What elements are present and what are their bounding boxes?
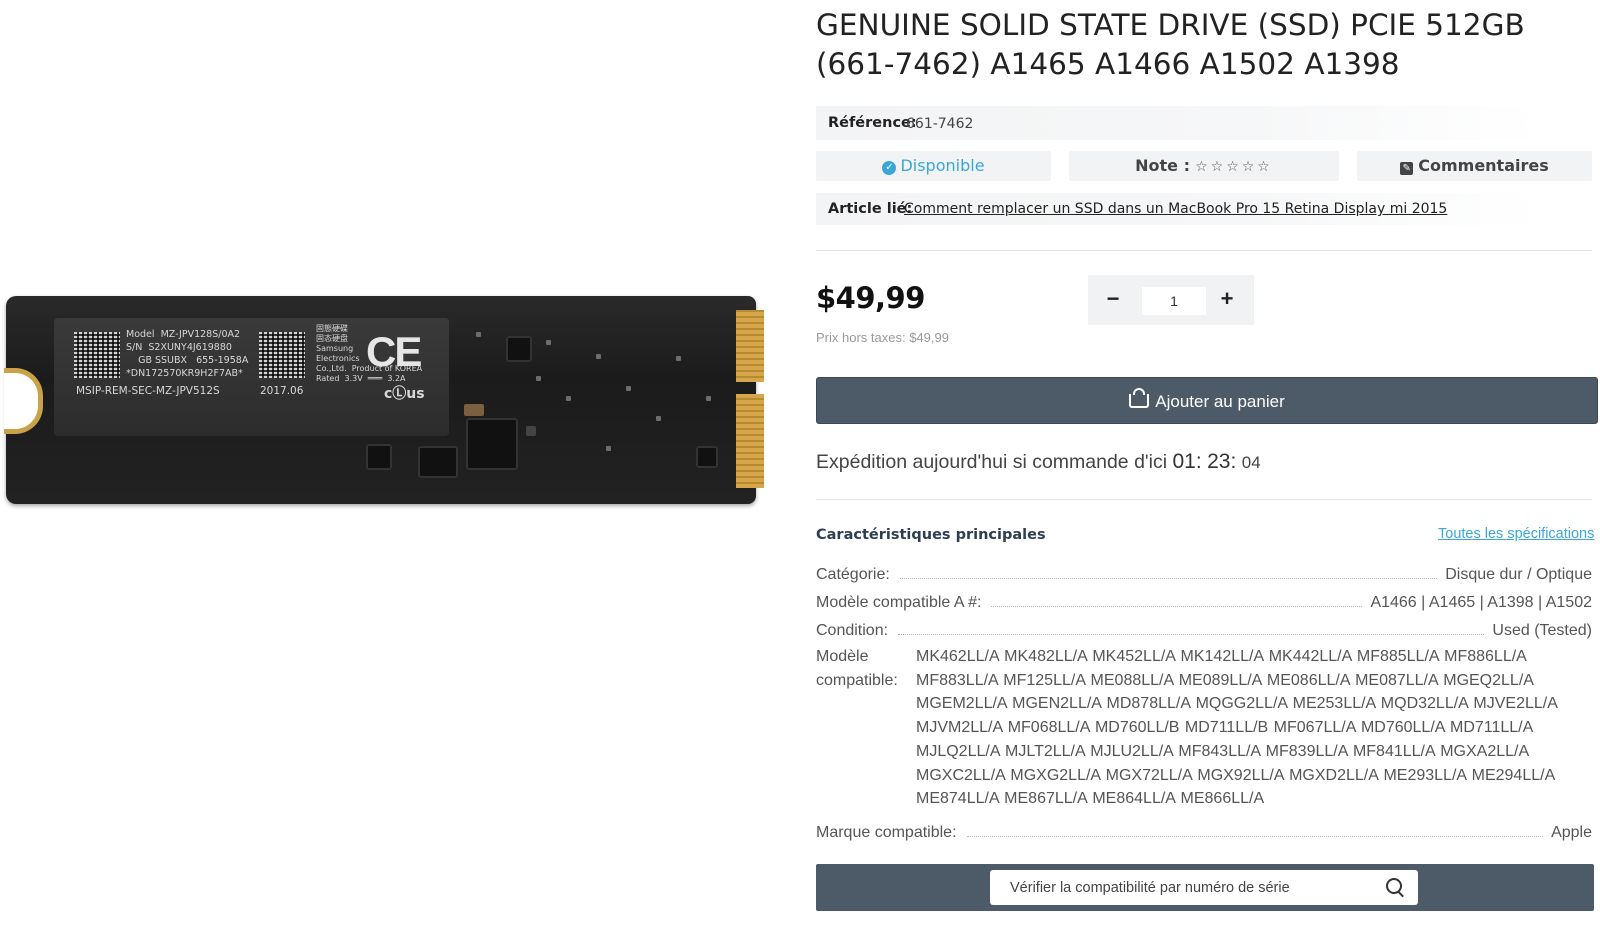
sticker-date: 2017.06 bbox=[260, 385, 304, 397]
reference-label: Référence: bbox=[828, 115, 917, 131]
component bbox=[656, 416, 661, 421]
qr-code-left bbox=[74, 332, 120, 378]
connector-pins-top bbox=[736, 310, 764, 382]
quantity-decrease-button[interactable]: − bbox=[1098, 285, 1128, 315]
price: $49,99 bbox=[816, 281, 925, 315]
spec-value: Used (Tested) bbox=[1492, 622, 1592, 639]
search-icon[interactable] bbox=[1386, 878, 1402, 894]
component bbox=[596, 354, 601, 359]
connector-pins-bottom bbox=[736, 394, 764, 488]
ul-mark: cⓁus bbox=[384, 386, 425, 402]
controller-chip bbox=[466, 418, 518, 470]
spec-key: Marque compatible: bbox=[816, 824, 957, 841]
sticker-code: *DN172570KR9H2F7AB* bbox=[126, 368, 243, 379]
component bbox=[536, 376, 541, 381]
basket-icon bbox=[1129, 388, 1150, 408]
all-specs-link[interactable]: Toutes les spécifications bbox=[1438, 526, 1594, 542]
component bbox=[676, 356, 681, 361]
add-to-cart-label: Ajouter au panier bbox=[1155, 392, 1285, 411]
component bbox=[566, 396, 571, 401]
mounting-notch bbox=[4, 368, 43, 434]
divider bbox=[816, 250, 1592, 251]
ssd-label-sticker: Model MZ-JPV128S/0A2 S/N S2XUNY4J619880 … bbox=[54, 318, 449, 436]
spec-value-compatible-models: MK462LL/A MK482LL/A MK452LL/A MK142LL/A … bbox=[916, 648, 1557, 808]
spec-value: Apple bbox=[1551, 824, 1592, 841]
serial-check-bar bbox=[816, 864, 1594, 911]
availability-badge: ✓ Disponible bbox=[816, 151, 1051, 181]
component bbox=[546, 340, 551, 345]
component bbox=[706, 396, 711, 401]
spec-row-condition: Condition: Used (Tested) bbox=[816, 618, 1592, 640]
chip bbox=[418, 446, 458, 478]
product-title: GENUINE SOLID STATE DRIVE (SSD) PCIE 512… bbox=[816, 8, 1525, 81]
chip bbox=[506, 336, 532, 362]
product-image: Model MZ-JPV128S/0A2 S/N S2XUNY4J619880 … bbox=[0, 288, 780, 508]
quantity-input[interactable] bbox=[1142, 287, 1206, 315]
capacitor bbox=[526, 426, 536, 436]
quantity-increase-button[interactable]: + bbox=[1212, 285, 1242, 315]
reference-bar: Référence: 661-7462 bbox=[816, 106, 1540, 140]
component bbox=[626, 386, 631, 391]
spec-key-compatible-models: Modèle compatible: bbox=[816, 648, 898, 689]
shipping-countdown: Expédition aujourd'hui si commande d'ici… bbox=[816, 450, 1261, 473]
spec-row-category: Catégorie: Disque dur / Optique bbox=[816, 562, 1592, 584]
rating-label: Note : bbox=[1135, 156, 1190, 175]
shipping-text: Expédition aujourd'hui si commande d'ici bbox=[816, 451, 1168, 473]
check-circle-icon: ✓ bbox=[882, 161, 897, 175]
sticker-part: GB SSUBX 655-1958A bbox=[126, 355, 249, 366]
countdown-hours: 01 bbox=[1172, 450, 1196, 473]
spec-row-model-a: Modèle compatible A #: A1466 | A1465 | A1… bbox=[816, 590, 1592, 612]
related-article-label: Article lié: bbox=[828, 201, 913, 217]
comments-button[interactable]: ✎ Commentaires bbox=[1357, 151, 1592, 181]
quantity-stepper: − + bbox=[1088, 275, 1254, 325]
spec-row-brand: Marque compatible: Apple bbox=[816, 820, 1592, 842]
spec-key: Modèle compatible A #: bbox=[816, 594, 982, 611]
star-rating-icon[interactable]: ☆☆☆☆☆ bbox=[1195, 159, 1273, 175]
price-excl-tax: Prix hors taxes: $49,99 bbox=[816, 330, 949, 345]
spec-value: Disque dur / Optique bbox=[1445, 566, 1592, 583]
spec-value: A1466 | A1465 | A1398 | A1502 bbox=[1370, 594, 1592, 611]
capacitor bbox=[464, 404, 484, 416]
add-to-cart-button[interactable]: Ajouter au panier bbox=[816, 377, 1598, 424]
sticker-msip: MSIP-REM-SEC-MZ-JPV512S bbox=[76, 385, 220, 397]
specs-title: Caractéristiques principales bbox=[816, 527, 1046, 543]
rating-widget[interactable]: Note : ☆☆☆☆☆ bbox=[1069, 151, 1339, 181]
ce-mark: CE bbox=[366, 328, 422, 375]
related-article-link[interactable]: Comment remplacer un SSD dans un MacBook… bbox=[904, 201, 1447, 217]
edit-icon: ✎ bbox=[1400, 162, 1414, 175]
component bbox=[606, 446, 611, 451]
reference-value: 661-7462 bbox=[906, 116, 974, 132]
countdown-seconds: 04 bbox=[1241, 453, 1261, 472]
countdown-minutes: 23 bbox=[1207, 450, 1231, 473]
ssd-board: Model MZ-JPV128S/0A2 S/N S2XUNY4J619880 … bbox=[4, 296, 764, 504]
spec-key: Catégorie: bbox=[816, 566, 890, 583]
serial-number-input[interactable] bbox=[990, 870, 1418, 905]
sticker-serial: S/N S2XUNY4J619880 bbox=[126, 342, 232, 353]
qr-code-right bbox=[259, 332, 305, 378]
spec-key: Condition: bbox=[816, 622, 889, 639]
sticker-model: Model MZ-JPV128S/0A2 bbox=[126, 329, 241, 340]
related-article-bar: Article lié: Comment remplacer un SSD da… bbox=[816, 193, 1540, 225]
component bbox=[476, 332, 481, 337]
chip bbox=[696, 446, 718, 468]
comments-label: Commentaires bbox=[1418, 156, 1549, 175]
availability-label: Disponible bbox=[900, 156, 985, 175]
divider bbox=[816, 499, 1592, 500]
chip bbox=[366, 444, 392, 470]
